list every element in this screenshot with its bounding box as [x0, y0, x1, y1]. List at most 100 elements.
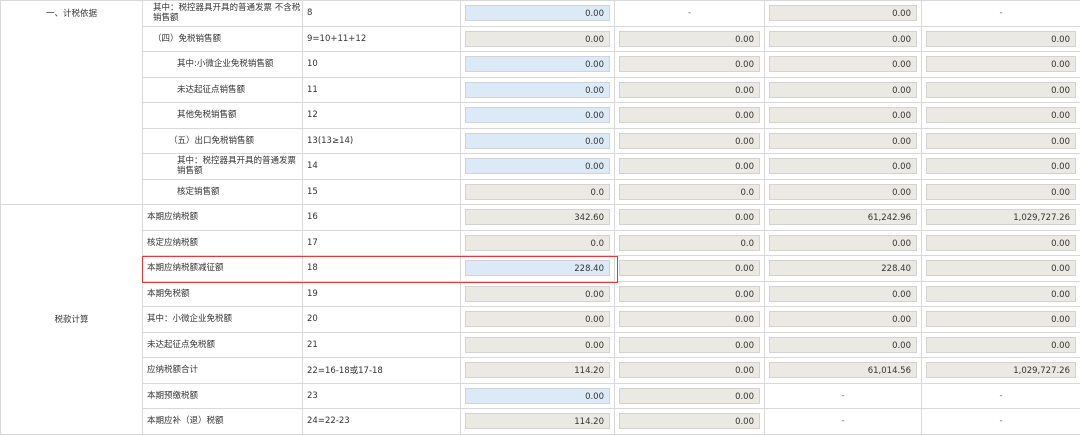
item-name: 未达起征点免税额	[143, 332, 303, 358]
table-row: 应纳税额合计22=16-18或17-18114.200.0061,014.561…	[1, 358, 1080, 384]
amount-input[interactable]: 0.00	[465, 5, 610, 21]
amount-input[interactable]: 0.00	[465, 133, 610, 149]
table-row: 其中：小微企业免税额200.000.000.000.00	[1, 307, 1080, 333]
table-row: 一、计税依据其中：税控器具开具的普通发票 不含税销售额80.00-0.00-	[1, 1, 1080, 27]
value-cell: -	[765, 383, 922, 409]
amount-readonly: 0.00	[619, 388, 760, 404]
amount-readonly: 0.00	[619, 362, 760, 378]
item-name: 核定销售额	[143, 179, 303, 205]
amount-readonly: 0.00	[926, 311, 1076, 327]
value-cell: 0.00	[615, 154, 765, 180]
amount-readonly: 0.00	[926, 286, 1076, 302]
value-cell: -	[922, 383, 1080, 409]
table-row: 其中：税控器具开具的普通发票销售额140.000.000.000.00	[1, 154, 1080, 180]
amount-readonly: 0.00	[769, 5, 917, 21]
line-number: 16	[303, 205, 461, 231]
amount-readonly: 0.00	[465, 311, 610, 327]
not-applicable-value: -	[769, 388, 917, 404]
line-number: 11	[303, 77, 461, 103]
value-cell: 0.00	[765, 281, 922, 307]
value-cell: 0.00	[765, 52, 922, 78]
amount-input[interactable]: 0.00	[465, 158, 610, 174]
value-cell: 0.00	[461, 154, 615, 180]
line-number: 15	[303, 179, 461, 205]
value-cell: 0.00	[615, 128, 765, 154]
item-name: 本期应纳税额	[143, 205, 303, 231]
item-name: 其他免税销售额	[143, 103, 303, 129]
value-cell: 1,029,727.26	[922, 358, 1080, 384]
table-body: 一、计税依据其中：税控器具开具的普通发票 不含税销售额80.00-0.00-（四…	[1, 1, 1080, 435]
value-cell: -	[765, 409, 922, 435]
value-cell: 0.00	[461, 77, 615, 103]
line-number: 8	[303, 1, 461, 27]
amount-readonly: 0.00	[926, 184, 1076, 200]
value-cell: 0.00	[922, 128, 1080, 154]
value-cell: 0.00	[615, 205, 765, 231]
value-cell: 0.00	[615, 358, 765, 384]
value-cell: 61,242.96	[765, 205, 922, 231]
line-number: 13(13≥14)	[303, 128, 461, 154]
amount-readonly: 0.00	[926, 82, 1076, 98]
amount-readonly: 0.00	[619, 158, 760, 174]
line-number: 19	[303, 281, 461, 307]
value-cell: 0.00	[461, 103, 615, 129]
not-applicable-value: -	[619, 5, 760, 21]
value-cell: 0.00	[615, 52, 765, 78]
value-cell: 342.60	[461, 205, 615, 231]
value-cell: -	[922, 409, 1080, 435]
value-cell: 0.00	[922, 52, 1080, 78]
value-cell: 0.00	[922, 26, 1080, 52]
amount-readonly: 0.00	[926, 235, 1076, 251]
item-name: 应纳税额合计	[143, 358, 303, 384]
amount-input[interactable]: 0.00	[465, 56, 610, 72]
value-cell: 114.20	[461, 358, 615, 384]
amount-readonly: 0.00	[619, 260, 760, 276]
amount-input[interactable]: 0.00	[465, 107, 610, 123]
item-name: 其中:小微企业免税销售额	[143, 52, 303, 78]
value-cell: 0.00	[922, 307, 1080, 333]
amount-readonly: 0.00	[619, 209, 760, 225]
amount-input[interactable]: 0.00	[465, 388, 610, 404]
value-cell: 0.00	[922, 179, 1080, 205]
line-number: 20	[303, 307, 461, 333]
amount-readonly: 342.60	[465, 209, 610, 225]
value-cell: 0.00	[461, 383, 615, 409]
amount-readonly: 0.00	[926, 31, 1076, 47]
value-cell: 0.00	[922, 332, 1080, 358]
value-cell: 0.00	[765, 1, 922, 27]
table-row: 核定销售额150.00.00.000.00	[1, 179, 1080, 205]
value-cell: 0.00	[461, 128, 615, 154]
line-number: 12	[303, 103, 461, 129]
table-row: 本期应纳税额减征额18228.400.00228.400.00	[1, 256, 1080, 282]
value-cell: 0.00	[461, 52, 615, 78]
amount-readonly: 0.00	[619, 82, 760, 98]
value-cell: 0.00	[922, 154, 1080, 180]
item-name: 其中：税控器具开具的普通发票 不含税销售额	[143, 1, 303, 27]
amount-input[interactable]: 0.00	[465, 82, 610, 98]
table-row: 未达起征点销售额110.000.000.000.00	[1, 77, 1080, 103]
table-row: 本期免税额190.000.000.000.00	[1, 281, 1080, 307]
amount-readonly: 0.00	[926, 107, 1076, 123]
item-name: 核定应纳税额	[143, 230, 303, 256]
line-number: 22=16-18或17-18	[303, 358, 461, 384]
amount-readonly: 0.00	[769, 107, 917, 123]
value-cell: 0.00	[765, 230, 922, 256]
section-label-basis: 一、计税依据	[1, 1, 143, 205]
amount-input[interactable]: 228.40	[465, 260, 610, 276]
table-row: 本期应补（退）税额24=22-23114.200.00--	[1, 409, 1080, 435]
amount-readonly: 0.0	[619, 235, 760, 251]
amount-readonly: 0.00	[926, 133, 1076, 149]
value-cell: 0.00	[615, 256, 765, 282]
item-name: （四）免税销售额	[143, 26, 303, 52]
line-number: 9=10+11+12	[303, 26, 461, 52]
amount-readonly: 0.00	[619, 56, 760, 72]
value-cell: 0.00	[461, 332, 615, 358]
amount-readonly: 0.00	[619, 286, 760, 302]
amount-readonly: 0.00	[769, 311, 917, 327]
value-cell: 0.0	[461, 179, 615, 205]
value-cell: 0.00	[765, 128, 922, 154]
amount-readonly: 0.00	[619, 133, 760, 149]
line-number: 23	[303, 383, 461, 409]
value-cell: 0.00	[765, 154, 922, 180]
table-row: 本期预缴税额230.000.00--	[1, 383, 1080, 409]
